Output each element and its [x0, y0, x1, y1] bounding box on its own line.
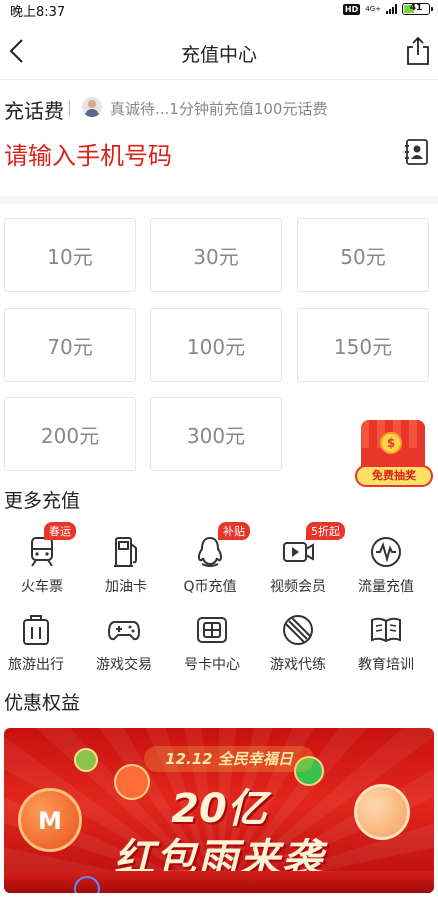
service-fuel-card[interactable]: 加油卡 [84, 534, 168, 598]
promo-banner[interactable]: 12.12 全民幸福日 M 20亿 红包雨来袭 [4, 728, 434, 893]
promo-badge: 5折起 [306, 522, 345, 540]
service-label: 视频会员 [270, 579, 326, 595]
service-data-recharge[interactable]: 流量充值 [344, 534, 428, 598]
coin-decoration-icon [74, 748, 98, 772]
amount-option[interactable]: 200元 [4, 397, 136, 471]
amount-option[interactable]: 50元 [297, 218, 429, 292]
service-label: 号卡中心 [184, 657, 240, 673]
network-type: 4G+ [365, 4, 381, 13]
page-title: 充值中心 [180, 44, 257, 66]
amount-option[interactable]: 30元 [150, 218, 282, 292]
gamepad-icon [107, 621, 141, 641]
service-train-ticket[interactable]: 春运 火车票 [0, 522, 84, 598]
service-label: 加油卡 [105, 579, 147, 595]
amount-option[interactable]: 150元 [297, 308, 429, 382]
benefits-title: 优惠权益 [4, 692, 81, 714]
phone-number-input[interactable] [4, 138, 394, 174]
amount-option[interactable]: 100元 [150, 308, 282, 382]
service-label: 游戏交易 [96, 657, 152, 673]
share-icon[interactable] [404, 36, 432, 66]
service-label: 流量充值 [358, 579, 414, 595]
coin-icon: $ [380, 432, 402, 454]
luggage-icon [23, 615, 49, 645]
service-video-vip[interactable]: 5折起 视频会员 [256, 522, 345, 598]
service-travel[interactable]: 旅游出行 [0, 612, 78, 676]
service-label: 游戏代练 [270, 657, 326, 673]
service-game-trade[interactable]: 游戏交易 [82, 612, 166, 676]
sim-card-icon [197, 617, 227, 643]
more-recharge-title: 更多充值 [4, 490, 81, 512]
service-label: Q币充值 [183, 579, 237, 595]
promo-badge: 春运 [44, 522, 76, 540]
service-sim-card[interactable]: 号卡中心 [170, 612, 254, 676]
battery-icon: 41 [402, 3, 433, 15]
banner-date: 12.12 全民幸福日 [144, 746, 314, 772]
service-label: 教育培训 [358, 657, 414, 673]
open-book-icon [371, 617, 401, 643]
promo-badge: 补贴 [218, 522, 250, 540]
signal-icon [386, 4, 397, 14]
amount-option[interactable]: 70元 [4, 308, 136, 382]
service-q-coin[interactable]: 补贴 Q币充值 [168, 522, 252, 598]
service-game-coaching[interactable]: 游戏代练 [256, 612, 340, 676]
service-education[interactable]: 教育培训 [344, 612, 428, 676]
status-time: 晚上8:37 [10, 5, 66, 20]
recharge-header: 充话费 真诚待...1分钟前充值100元话费 [0, 92, 438, 124]
nav-bar: 充值中心 [0, 22, 438, 80]
amount-option[interactable]: 300元 [150, 397, 282, 471]
contacts-icon[interactable] [404, 138, 430, 166]
data-wave-icon [371, 537, 401, 567]
recent-recharge-notice: 真诚待...1分钟前充值100元话费 [110, 100, 328, 118]
status-indicators: HD 4G+ 41 [342, 3, 433, 15]
lottery-label: 免费抽奖 [355, 465, 433, 487]
avatar [82, 97, 102, 117]
battery-percent: 41 [409, 3, 423, 13]
recharge-type-label: 充话费 [4, 99, 64, 123]
section-divider [0, 196, 438, 204]
status-bar: 晚上8:37 HD 4G+ 41 [0, 0, 438, 20]
service-label: 旅游出行 [8, 657, 64, 673]
free-lottery-button[interactable]: $ 免费抽奖 [355, 420, 433, 496]
service-label: 火车票 [21, 579, 63, 595]
banner-floor [4, 871, 434, 893]
hd-indicator: HD [342, 3, 361, 15]
amount-option[interactable]: 10元 [4, 218, 136, 292]
game-coach-icon [283, 615, 313, 645]
separator [69, 101, 70, 117]
fuel-pump-icon [114, 537, 137, 567]
